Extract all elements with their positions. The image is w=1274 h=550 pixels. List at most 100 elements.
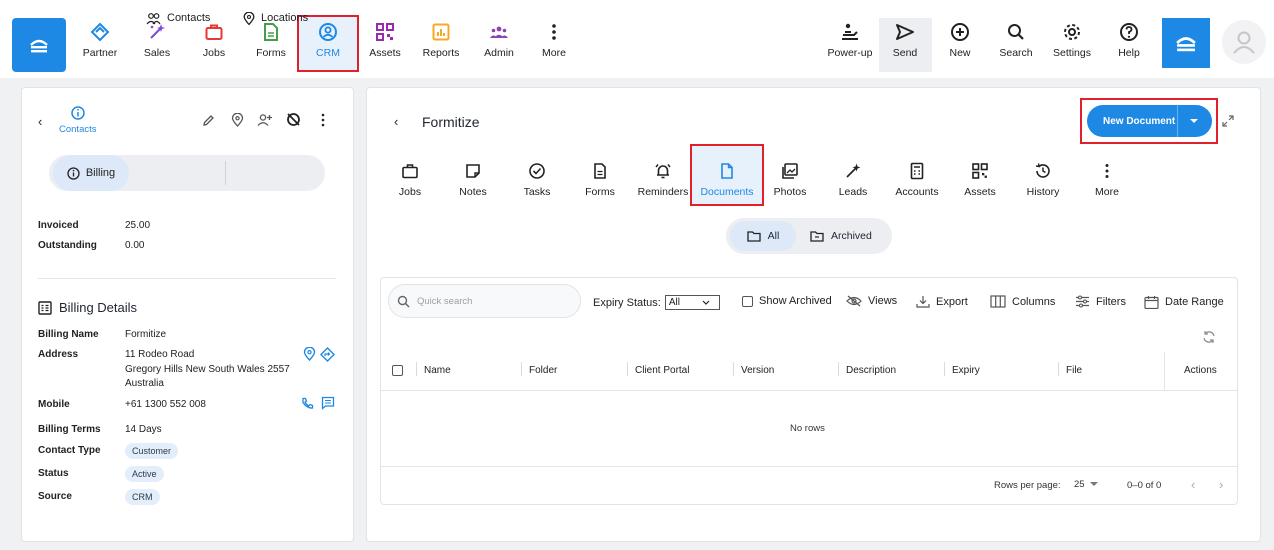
prev-page-chevron-icon[interactable]: ‹	[1191, 477, 1195, 492]
col-header-description[interactable]: Description	[846, 365, 896, 376]
tab-more[interactable]: More	[1078, 162, 1136, 198]
tab-notes[interactable]: Notes	[444, 162, 502, 198]
nav-help[interactable]: Help	[1116, 22, 1142, 72]
map-pin-icon[interactable]	[303, 347, 316, 361]
address-line-1: 11 Rodeo Road	[125, 349, 195, 360]
contact-type-chip: Customer	[125, 443, 179, 459]
tab-documents[interactable]: Documents	[698, 162, 756, 198]
expand-icon[interactable]	[1222, 115, 1234, 127]
billing-terms-value: 14 Days	[125, 424, 162, 435]
rows-per-page-select[interactable]: 25	[1074, 479, 1098, 490]
nav-more[interactable]: More	[540, 22, 568, 72]
column-separator	[416, 362, 417, 376]
user-icon	[1233, 31, 1255, 54]
tab-accounts[interactable]: Accounts	[888, 162, 946, 198]
back-chevron-icon[interactable]: ‹	[38, 114, 42, 129]
user-avatar[interactable]	[1222, 20, 1266, 64]
status-label: Status	[38, 468, 69, 479]
date-range-button[interactable]: Date Range	[1144, 295, 1224, 309]
block-visibility-icon[interactable]	[286, 112, 301, 127]
kebab-menu-icon[interactable]	[318, 113, 328, 127]
source-label: Source	[38, 491, 72, 502]
col-header-name[interactable]: Name	[424, 365, 451, 376]
logo-icon	[30, 39, 48, 53]
col-header-actions: Actions	[1184, 365, 1217, 376]
archive-folder-icon	[810, 231, 824, 242]
tab-photos[interactable]: Photos	[761, 162, 819, 198]
col-header-expiry[interactable]: Expiry	[952, 365, 980, 376]
select-all-checkbox[interactable]	[392, 365, 403, 376]
col-header-file[interactable]: File	[1066, 365, 1082, 376]
photo-icon	[782, 163, 798, 179]
billing-name-value: Formitize	[125, 329, 167, 340]
more-icon	[1105, 164, 1109, 178]
nav-partner[interactable]: Partner	[82, 22, 118, 72]
filters-button[interactable]: Filters	[1075, 295, 1126, 308]
show-archived-checkbox[interactable]	[742, 295, 753, 307]
tab-leads[interactable]: Leads	[824, 162, 882, 198]
nav-send[interactable]: Send	[891, 22, 919, 72]
nav-reports[interactable]: Reports	[422, 22, 460, 72]
segment-locations[interactable]: Locations	[243, 0, 308, 36]
contacts-link[interactable]: Contacts	[59, 124, 97, 135]
billing-terms-label: Billing Terms	[38, 424, 101, 435]
company-logo-button[interactable]	[1162, 18, 1210, 68]
views-button[interactable]: Views	[846, 295, 897, 307]
expiry-status-filter[interactable]: Expiry Status: All	[593, 295, 720, 310]
tab-jobs[interactable]: Jobs	[381, 162, 439, 198]
next-page-chevron-icon[interactable]: ›	[1219, 477, 1223, 492]
tab-history[interactable]: History	[1014, 162, 1072, 198]
filter-archived[interactable]: Archived	[810, 221, 872, 251]
directions-icon[interactable]	[320, 347, 335, 362]
col-header-client-portal[interactable]: Client Portal	[635, 365, 689, 376]
invoiced-label: Invoiced	[38, 220, 79, 231]
add-user-icon[interactable]	[257, 113, 273, 127]
actions-column-divider	[1164, 352, 1165, 390]
contact-title: Formitize	[422, 114, 480, 130]
info-icon	[71, 106, 85, 120]
export-button[interactable]: Export	[916, 295, 968, 308]
tab-assets[interactable]: Assets	[951, 162, 1009, 198]
segment-billing[interactable]: Billing	[53, 155, 129, 191]
dropdown-caret-icon[interactable]	[1189, 118, 1199, 124]
app-logo-button[interactable]	[12, 18, 66, 72]
expiry-status-select[interactable]: All	[664, 295, 720, 310]
alarm-icon	[655, 164, 671, 179]
filter-all[interactable]: All	[730, 221, 796, 251]
nav-new[interactable]: New	[946, 22, 974, 72]
tab-tasks[interactable]: Tasks	[508, 162, 566, 198]
search-icon	[1008, 24, 1024, 40]
segment-contacts[interactable]: Contacts	[146, 0, 210, 36]
show-archived-toggle[interactable]: Show Archived	[742, 295, 832, 307]
col-header-folder[interactable]: Folder	[529, 365, 557, 376]
tab-forms[interactable]: Forms	[571, 162, 629, 198]
refresh-icon[interactable]	[1202, 330, 1216, 344]
tab-reminders[interactable]: Reminders	[634, 162, 692, 198]
power-up-icon	[842, 23, 858, 40]
rows-per-page-label: Rows per page:	[994, 480, 1061, 491]
new-document-button[interactable]: New Document	[1087, 105, 1212, 137]
search-icon	[397, 295, 410, 308]
contact-type-label: Contact Type	[38, 445, 101, 456]
address-label: Address	[38, 349, 79, 360]
edit-icon[interactable]	[202, 114, 215, 127]
location-pin-icon[interactable]	[231, 113, 244, 127]
phone-icon[interactable]	[301, 397, 314, 410]
source-chip: CRM	[125, 489, 160, 505]
nav-admin[interactable]: Admin	[483, 22, 515, 72]
chevron-down-icon	[702, 300, 710, 305]
quick-search-input[interactable]: Quick search	[388, 284, 581, 318]
billing-details-icon	[38, 301, 52, 315]
columns-button[interactable]: Columns	[990, 295, 1055, 308]
message-icon[interactable]	[321, 396, 335, 410]
nav-assets[interactable]: Assets	[368, 22, 402, 72]
back-chevron-icon[interactable]: ‹	[394, 114, 398, 129]
nav-settings[interactable]: Settings	[1052, 22, 1092, 72]
header-row-divider	[381, 390, 1237, 391]
nav-crm[interactable]: CRM	[314, 22, 342, 72]
nav-search[interactable]: Search	[998, 22, 1034, 72]
invoiced-value: 25.00	[125, 220, 151, 231]
nav-power-up[interactable]: Power-up	[826, 22, 874, 72]
col-header-version[interactable]: Version	[741, 365, 774, 376]
folder-icon	[747, 231, 761, 242]
